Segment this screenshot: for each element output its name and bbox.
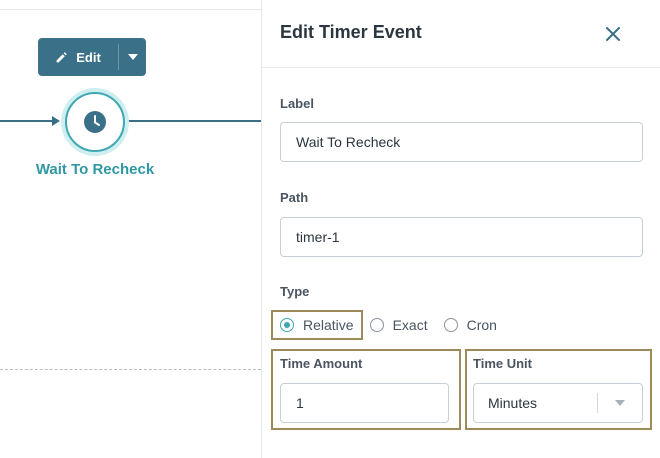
panel-title: Edit Timer Event bbox=[280, 22, 422, 42]
inspector-panel: Edit Timer Event Label Path Type Relativ… bbox=[262, 0, 660, 458]
radio-exact[interactable]: Exact bbox=[369, 310, 428, 340]
edit-button[interactable]: Edit bbox=[38, 38, 118, 76]
lane-divider bbox=[0, 369, 261, 370]
incoming-sequence-flow[interactable] bbox=[0, 120, 56, 122]
radio-cron-dot[interactable] bbox=[443, 318, 458, 332]
type-radio-group: Relative Exact Cron bbox=[280, 310, 497, 340]
outgoing-sequence-flow[interactable] bbox=[128, 120, 261, 122]
label-field-label: Label bbox=[280, 96, 314, 111]
time-unit-value: Minutes bbox=[488, 395, 538, 411]
process-canvas[interactable]: Edit Wait To Recheck bbox=[0, 0, 261, 458]
radio-relative[interactable]: Relative bbox=[280, 310, 354, 340]
path-input[interactable] bbox=[280, 217, 643, 257]
clock-icon bbox=[84, 111, 106, 133]
radio-cron[interactable]: Cron bbox=[443, 310, 497, 340]
time-amount-input[interactable] bbox=[280, 383, 449, 423]
edit-dropdown-toggle[interactable] bbox=[119, 38, 146, 76]
timer-event-node[interactable] bbox=[65, 92, 125, 152]
time-unit-select[interactable]: Minutes bbox=[473, 383, 643, 423]
pencil-icon bbox=[56, 51, 67, 62]
radio-exact-dot[interactable] bbox=[369, 318, 384, 332]
path-field-label: Path bbox=[280, 190, 309, 205]
caret-down-icon bbox=[127, 54, 138, 60]
chevron-down-icon[interactable] bbox=[598, 400, 642, 406]
sequence-flow-arrowhead bbox=[52, 116, 60, 126]
radio-cron-label: Cron bbox=[466, 317, 497, 333]
time-amount-label: Time Amount bbox=[280, 356, 363, 371]
radio-relative-label: Relative bbox=[303, 317, 354, 333]
radio-exact-label: Exact bbox=[392, 317, 428, 333]
close-icon bbox=[606, 27, 620, 41]
close-button[interactable] bbox=[601, 22, 625, 46]
radio-relative-dot[interactable] bbox=[280, 318, 294, 332]
edit-button-label: Edit bbox=[76, 49, 101, 65]
canvas-top-divider bbox=[0, 9, 261, 10]
edit-button-group: Edit bbox=[38, 38, 146, 76]
panel-header-divider bbox=[262, 67, 660, 68]
time-unit-label: Time Unit bbox=[473, 356, 532, 371]
label-input[interactable] bbox=[280, 122, 643, 162]
type-field-label: Type bbox=[280, 284, 310, 299]
timer-event-label[interactable]: Wait To Recheck bbox=[20, 161, 170, 178]
